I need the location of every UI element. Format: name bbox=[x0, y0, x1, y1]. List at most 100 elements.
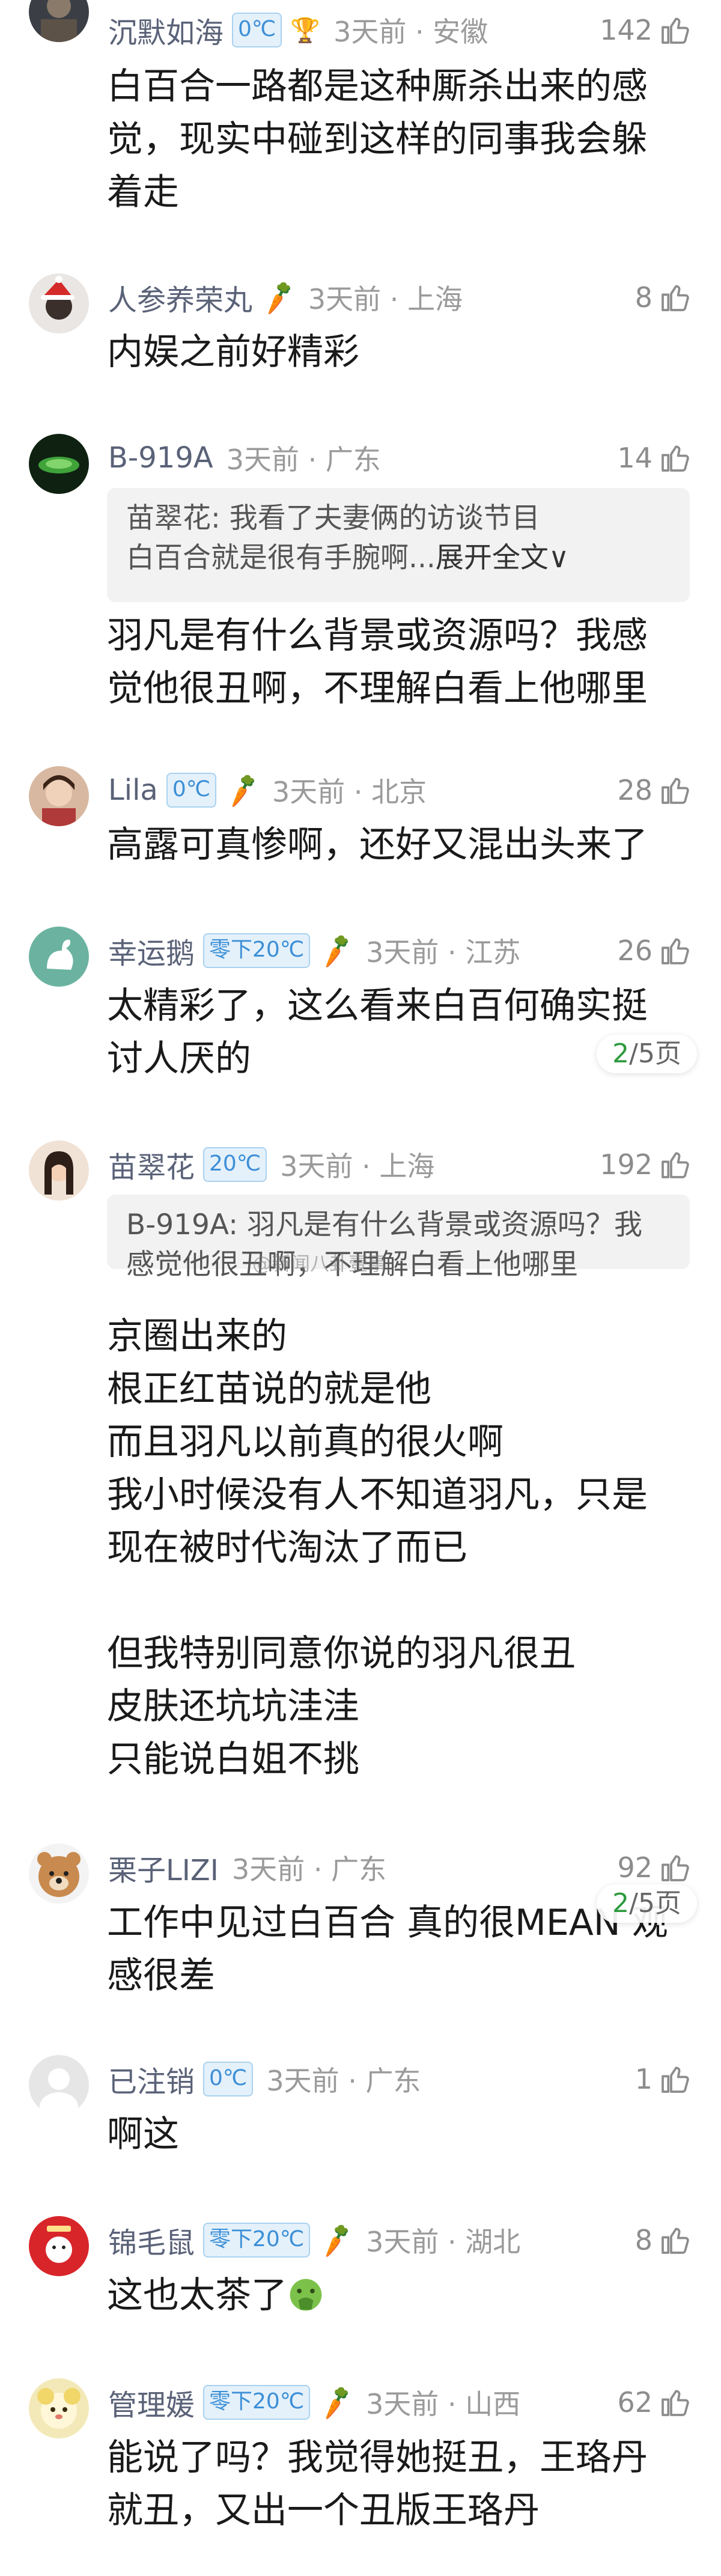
carrot-icon: 🥕 bbox=[222, 770, 264, 811]
like-button[interactable]: 142 bbox=[600, 13, 692, 47]
username[interactable]: 已注销 bbox=[108, 2058, 195, 2100]
vomit-emoji-icon bbox=[290, 2279, 322, 2311]
avatar[interactable] bbox=[29, 2378, 89, 2438]
username[interactable]: 栗子LIZI bbox=[108, 1847, 219, 1889]
like-button[interactable]: 92 bbox=[617, 1851, 692, 1884]
carrot-icon: 🥕 bbox=[258, 278, 300, 318]
like-count: 92 bbox=[617, 1851, 653, 1884]
avatar[interactable] bbox=[29, 2055, 89, 2115]
avatar[interactable] bbox=[29, 0, 89, 42]
avatar[interactable] bbox=[29, 273, 89, 333]
like-button[interactable]: 8 bbox=[635, 2223, 692, 2257]
quoted-reply[interactable]: B-919A: 羽凡是有什么背景或资源吗？我 感觉他很丑啊，不理解白看上他哪里 bbox=[107, 1195, 690, 1281]
comment-text: 能说了吗？我觉得她挺丑，王珞丹 就丑，又出一个丑版王珞丹 bbox=[107, 2431, 685, 2537]
username[interactable]: 管理媛 bbox=[108, 2381, 195, 2423]
time-location: 3天前 · 广东 bbox=[266, 2065, 421, 2097]
comment-meta: 沉默如海 0℃ 🏆 3天前 · 安徽 142 bbox=[108, 6, 692, 54]
comment-meta: 幸运鹅 零下20℃ 🥕 3天前 · 江苏 26 bbox=[108, 927, 692, 975]
thumbs-up-icon bbox=[659, 1851, 692, 1884]
time-location: 3天前 · 山西 bbox=[366, 2388, 521, 2420]
text-line: 太精彩了，这么看来白百何确实挺 bbox=[107, 985, 648, 1027]
like-count: 62 bbox=[617, 2386, 653, 2419]
like-button[interactable]: 14 bbox=[617, 441, 692, 475]
username[interactable]: 人参养荣丸 bbox=[108, 276, 252, 318]
text-line: 羽凡是有什么背景或资源吗？我感 bbox=[107, 615, 648, 657]
text-line: 现在被时代淘汰了而已 bbox=[107, 1527, 467, 1569]
comment-meta: 栗子LIZI 3天前 · 广东 92 bbox=[108, 1844, 692, 1892]
page-total: /5页 bbox=[629, 1038, 681, 1069]
thumbs-up-icon bbox=[659, 773, 692, 807]
username[interactable]: Lila bbox=[108, 773, 158, 807]
watermark: @新闻八卦壹事 bbox=[252, 1252, 388, 1275]
avatar[interactable] bbox=[29, 434, 89, 494]
text-line: 感很差 bbox=[107, 1955, 215, 1997]
avatar[interactable] bbox=[29, 2216, 89, 2276]
comment-meta: 苗翠花 20℃ 3天前 · 上海 192 bbox=[108, 1140, 692, 1189]
comment-text: 啊这 bbox=[107, 2108, 685, 2161]
username[interactable]: B-919A bbox=[108, 441, 213, 475]
quote-line: B-919A: 羽凡是有什么背景或资源吗？我 bbox=[126, 1208, 643, 1241]
username[interactable]: 苗翠花 bbox=[108, 1143, 195, 1186]
comment-text: 高露可真惨啊，还好又混出头来了 bbox=[107, 818, 685, 871]
like-count: 1 bbox=[634, 2063, 653, 2095]
temperature-badge: 零下20℃ bbox=[203, 933, 311, 968]
username[interactable]: 沉默如海 bbox=[108, 9, 224, 51]
comment-text: 白百合一路都是这种厮杀出来的感 觉，现实中碰到这样的同事我会躲 着走 bbox=[107, 60, 685, 219]
text-line bbox=[107, 1574, 685, 1627]
carrot-icon: 🥕 bbox=[315, 931, 357, 971]
text-line: 高露可真惨啊，还好又混出头来了 bbox=[107, 824, 648, 866]
avatar[interactable] bbox=[29, 927, 89, 987]
expand-full-text-link[interactable]: 展开全文∨ bbox=[436, 541, 569, 574]
comment-text: 京圈出来的 根正红苗说的就是他 而且羽凡以前真的很火啊 我小时候没有人不知道羽凡… bbox=[107, 1310, 685, 1786]
temperature-badge: 20℃ bbox=[203, 1147, 267, 1182]
text-line: 京圈出来的 bbox=[107, 1315, 287, 1357]
current-page: 2 bbox=[612, 1038, 630, 1069]
like-button[interactable]: 1 bbox=[635, 2062, 692, 2096]
thumbs-up-icon bbox=[659, 281, 692, 314]
thumbs-up-icon bbox=[659, 2062, 692, 2096]
text-line: 白百合一路都是这种厮杀出来的感 bbox=[107, 65, 648, 108]
like-button[interactable]: 26 bbox=[617, 934, 692, 967]
page-indicator[interactable]: 2/5页 bbox=[597, 1035, 697, 1073]
page-indicator[interactable]: 2/5页 bbox=[597, 1884, 697, 1923]
comment-text: 羽凡是有什么背景或资源吗？我感 觉他很丑啊，不理解白看上他哪里 bbox=[107, 609, 685, 715]
carrot-icon: 🥕 bbox=[315, 2220, 357, 2261]
time-location: 3天前 · 广东 bbox=[231, 1853, 387, 1886]
comment-meta: B-919A 3天前 · 广东 14 bbox=[108, 434, 692, 482]
time-location: 3天前 · 北京 bbox=[272, 776, 427, 808]
like-count: 8 bbox=[634, 2224, 653, 2256]
avatar[interactable] bbox=[29, 1140, 89, 1201]
username[interactable]: 幸运鹅 bbox=[108, 930, 195, 972]
comment-meta: 管理媛 零下20℃ 🥕 3天前 · 山西 62 bbox=[108, 2378, 692, 2426]
text-line: 内娱之前好精彩 bbox=[107, 331, 359, 373]
time-location: 3天前 · 上海 bbox=[280, 1150, 435, 1183]
like-button[interactable]: 192 bbox=[600, 1148, 692, 1181]
like-button[interactable]: 62 bbox=[617, 2386, 692, 2419]
like-count: 192 bbox=[600, 1148, 653, 1181]
comment-meta: 锦毛鼠 零下20℃ 🥕 3天前 · 湖北 8 bbox=[108, 2216, 692, 2264]
avatar[interactable] bbox=[29, 1844, 89, 1904]
like-count: 8 bbox=[634, 281, 653, 314]
like-button[interactable]: 8 bbox=[635, 281, 692, 314]
like-count: 26 bbox=[617, 934, 653, 967]
thumbs-up-icon bbox=[659, 2386, 692, 2419]
temperature-badge: 0℃ bbox=[166, 773, 217, 808]
avatar[interactable] bbox=[29, 766, 89, 826]
temperature-badge: 0℃ bbox=[232, 13, 282, 47]
quoted-reply[interactable]: 苗翠花: 我看了夫妻俩的访谈节目 白百合就是很有手腕啊...展开全文∨ bbox=[107, 488, 690, 602]
page-total: /5页 bbox=[629, 1888, 681, 1919]
like-count: 14 bbox=[617, 442, 653, 474]
text-line: 根正红苗说的就是他 bbox=[107, 1368, 431, 1410]
time-location: 3天前 · 江苏 bbox=[366, 936, 521, 969]
time-location: 3天前 · 安徽 bbox=[333, 16, 488, 48]
text-line: 这也太茶了 bbox=[107, 2274, 287, 2316]
time-location: 3天前 · 上海 bbox=[308, 283, 463, 315]
username[interactable]: 锦毛鼠 bbox=[108, 2219, 195, 2261]
text-line: 但我特别同意你说的羽凡很丑 bbox=[107, 1633, 576, 1675]
time-location: 3天前 · 广东 bbox=[226, 443, 381, 476]
quote-line: 感觉他很丑啊，不理解白看上他哪里 bbox=[126, 1248, 578, 1281]
comment-meta: 人参养荣丸 🥕 3天前 · 上海 8 bbox=[108, 273, 692, 321]
text-line: 觉他很丑啊，不理解白看上他哪里 bbox=[107, 668, 648, 710]
current-page: 2 bbox=[612, 1888, 630, 1919]
like-button[interactable]: 28 bbox=[617, 773, 692, 807]
